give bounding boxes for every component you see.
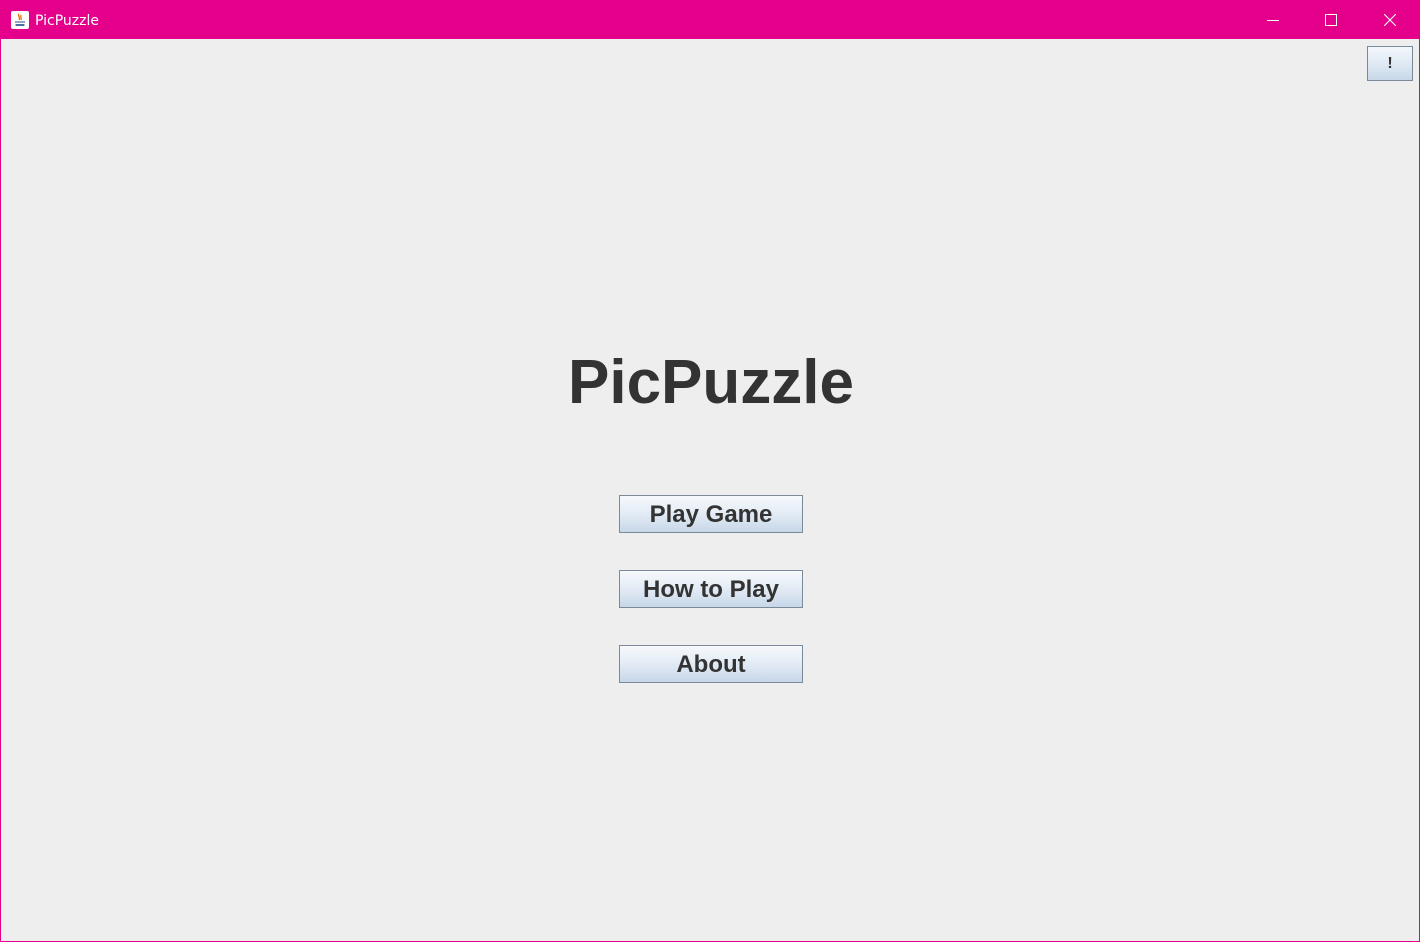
page-title: PicPuzzle — [568, 348, 854, 417]
minimize-icon — [1267, 20, 1279, 21]
maximize-button[interactable] — [1302, 1, 1360, 39]
close-icon — [1384, 14, 1396, 26]
alert-button[interactable]: ! — [1367, 46, 1413, 81]
java-icon — [11, 11, 29, 29]
how-to-play-button[interactable]: How to Play — [619, 570, 803, 608]
app-window: PicPuzzle ! PicPuzzle Play Game How to P… — [0, 0, 1420, 942]
title-bar[interactable]: PicPuzzle — [1, 1, 1419, 39]
minimize-button[interactable] — [1244, 1, 1302, 39]
play-game-button[interactable]: Play Game — [619, 495, 803, 533]
close-button[interactable] — [1361, 1, 1419, 39]
about-button[interactable]: About — [619, 645, 803, 683]
main-panel: ! PicPuzzle Play Game How to Play About — [1, 39, 1419, 941]
maximize-icon — [1325, 14, 1337, 26]
window-title: PicPuzzle — [35, 13, 99, 29]
